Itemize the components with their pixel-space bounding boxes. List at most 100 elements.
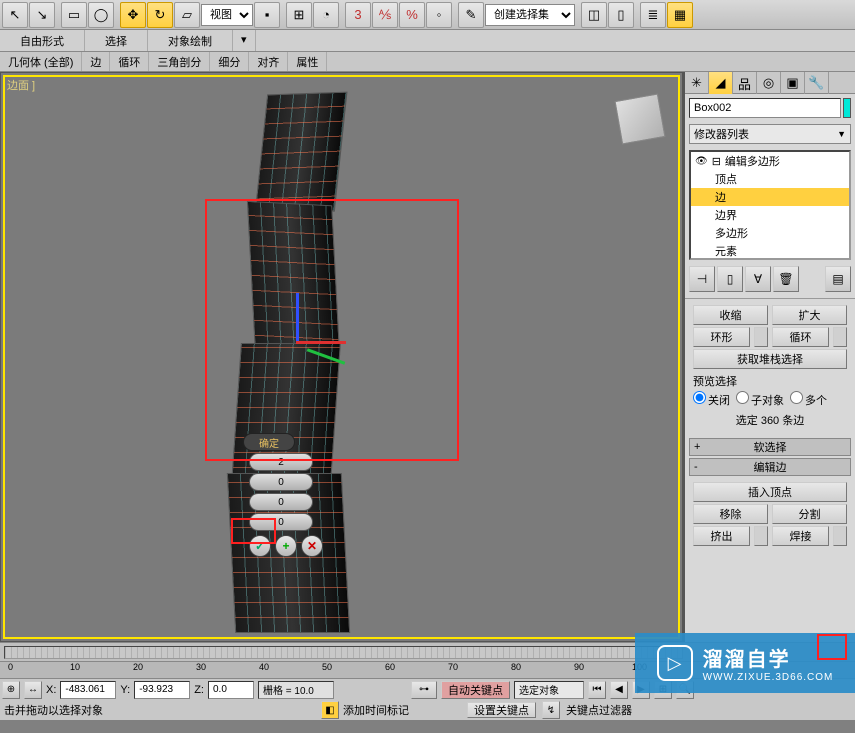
motion-tab-icon[interactable]: ◎ (757, 72, 781, 94)
play-start-icon[interactable]: ⏮ (588, 681, 606, 699)
preview-off-radio[interactable]: 关闭 (693, 391, 730, 408)
utilities-tab-icon[interactable]: 🔧 (805, 72, 829, 94)
viewcube[interactable] (615, 94, 666, 145)
watermark: ▷ 溜溜自学 WWW.ZIXUE.3D66.COM (635, 633, 855, 693)
show-end-result-icon[interactable]: ▯ (717, 266, 743, 292)
stack-border[interactable]: 边界 (691, 206, 849, 224)
snap-angle-icon[interactable]: ⅍ (372, 2, 398, 28)
submode-props[interactable]: 属性 (288, 52, 327, 71)
submode-subdiv[interactable]: 细分 (210, 52, 249, 71)
submode-tri[interactable]: 三角剖分 (149, 52, 210, 71)
abs-transform-icon[interactable]: ↔ (24, 681, 42, 699)
x-coord-input[interactable]: -483.061 (60, 681, 116, 699)
pivot-icon[interactable]: ▪ (254, 2, 280, 28)
stack-edge[interactable]: 边 (691, 188, 849, 206)
auto-key-button[interactable]: 自动关键点 (441, 681, 510, 699)
named-sel-icon[interactable]: ✎ (458, 2, 484, 28)
create-tab-icon[interactable]: ✳ (685, 72, 709, 94)
viewport-label: 边面 ] (7, 77, 35, 93)
tab-freeform[interactable]: 自由形式 (0, 30, 85, 51)
stack-vertex[interactable]: 顶点 (691, 170, 849, 188)
submode-geom[interactable]: 几何体 (全部) (0, 52, 82, 71)
key-mode-icon[interactable]: ⊶ (411, 681, 437, 699)
mirror-icon[interactable]: ◫ (581, 2, 607, 28)
key-target-dropdown[interactable]: 选定对象 (514, 681, 584, 699)
preview-subobj-radio[interactable]: 子对象 (736, 391, 784, 408)
soft-select-rollout-header[interactable]: +软选择 (689, 438, 851, 456)
stack-buttons: ⊣ ▯ ∀ 🗑 ▤ (689, 266, 851, 292)
caddy-spinner-3[interactable]: 0 (249, 513, 313, 531)
weld-button[interactable]: 焊接 (772, 526, 829, 546)
stack-element[interactable]: 元素 (691, 242, 849, 260)
stack-edit-poly[interactable]: 👁⊟编辑多边形 (691, 152, 849, 170)
select-tool-icon[interactable]: ↘ (29, 2, 55, 28)
snap-percent-icon[interactable]: % (399, 2, 425, 28)
align-icon[interactable]: ▯ (608, 2, 634, 28)
tab-expand-icon[interactable]: ▾ (233, 30, 256, 51)
insert-vertex-button[interactable]: 插入顶点 (693, 482, 847, 502)
configure-stack-icon[interactable]: ▤ (825, 266, 851, 292)
caddy-spinner-2[interactable]: 0 (249, 493, 313, 511)
angle-snap-icon[interactable]: ◔ (313, 2, 339, 28)
play-prev-icon[interactable]: ◀ (610, 681, 628, 699)
caddy-spinner-1[interactable]: 0 (249, 473, 313, 491)
caddy-apply-button[interactable]: + (275, 535, 297, 557)
key-filter-label[interactable]: 关键点过滤器 (566, 702, 632, 718)
caddy-ok-button[interactable]: ✓ (249, 535, 271, 557)
object-name-input[interactable] (689, 98, 841, 118)
modifier-list-dropdown[interactable]: 修改器列表▼ (689, 124, 851, 144)
split-button[interactable]: 分割 (772, 504, 847, 524)
tab-select[interactable]: 选择 (85, 30, 148, 51)
remove-button[interactable]: 移除 (693, 504, 768, 524)
edit-edges-rollout-header[interactable]: -编辑边 (689, 458, 851, 476)
ring-button[interactable]: 环形 (693, 327, 750, 347)
prompt-bar: 击并拖动以选择对象 ◧ 添加时间标记 设置关键点 ↯ 关键点过滤器 (0, 700, 855, 720)
preview-multi-radio[interactable]: 多个 (790, 391, 827, 408)
named-sel-dropdown[interactable]: 创建选择集 (485, 4, 575, 26)
rect-select-icon[interactable]: ▭ (61, 2, 87, 28)
stack-polygon[interactable]: 多边形 (691, 224, 849, 242)
make-unique-icon[interactable]: ∀ (745, 266, 771, 292)
arrow-tool-icon[interactable]: ↖ (2, 2, 28, 28)
z-coord-input[interactable]: 0.0 (208, 681, 254, 699)
viewport[interactable]: 边面 ] 确定 2 0 0 0 ✓ + ✕ (0, 72, 683, 642)
layers-icon[interactable]: ≣ (640, 2, 666, 28)
caddy-spinner-0[interactable]: 2 (249, 453, 313, 471)
remove-mod-icon[interactable]: 🗑 (773, 266, 799, 292)
weld-settings-icon[interactable] (833, 526, 847, 546)
loop-spinner[interactable] (833, 327, 847, 347)
submode-loop[interactable]: 循环 (110, 52, 149, 71)
scale-tool-icon[interactable]: ▱ (174, 2, 200, 28)
grow-button[interactable]: 扩大 (772, 305, 847, 325)
add-time-tag-label[interactable]: 添加时间标记 (343, 702, 409, 718)
lasso-select-icon[interactable]: ◯ (88, 2, 114, 28)
display-tab-icon[interactable]: ▣ (781, 72, 805, 94)
pin-stack-icon[interactable]: ⊣ (689, 266, 715, 292)
y-coord-input[interactable]: -93.923 (134, 681, 190, 699)
key-filter-icon[interactable]: ↯ (542, 701, 560, 719)
tab-paint[interactable]: 对象绘制 (148, 30, 233, 51)
snap-3-icon[interactable]: 3 (345, 2, 371, 28)
get-stack-sel-button[interactable]: 获取堆栈选择 (693, 349, 847, 369)
ring-spinner[interactable] (754, 327, 768, 347)
submode-align[interactable]: 对齐 (249, 52, 288, 71)
rotate-tool-icon[interactable]: ↻ (147, 2, 173, 28)
loop-button[interactable]: 循环 (772, 327, 829, 347)
object-color-swatch[interactable] (843, 98, 851, 118)
modifier-stack[interactable]: 👁⊟编辑多边形 顶点 边 边界 多边形 元素 👁⊟FFD 4x4x4 控制点 晶… (689, 150, 851, 260)
modify-tab-icon[interactable]: ◢ (709, 72, 733, 94)
submode-edge[interactable]: 边 (82, 52, 110, 71)
snap-toggle-icon[interactable]: ⊞ (286, 2, 312, 28)
ref-coord-dropdown[interactable]: 视图 (201, 4, 253, 26)
extrude-button[interactable]: 挤出 (693, 526, 750, 546)
time-tag-icon[interactable]: ◧ (321, 701, 339, 719)
extrude-settings-icon[interactable] (754, 526, 768, 546)
spinner-snap-icon[interactable]: ◦ (426, 2, 452, 28)
shrink-button[interactable]: 收缩 (693, 305, 768, 325)
caddy-cancel-button[interactable]: ✕ (301, 535, 323, 557)
move-tool-icon[interactable]: ✥ (120, 2, 146, 28)
lock-sel-icon[interactable]: ⊕ (2, 681, 20, 699)
hierarchy-tab-icon[interactable]: 品 (733, 72, 757, 94)
schematic-icon[interactable]: ▦ (667, 2, 693, 28)
set-key-button[interactable]: 设置关键点 (467, 702, 536, 718)
